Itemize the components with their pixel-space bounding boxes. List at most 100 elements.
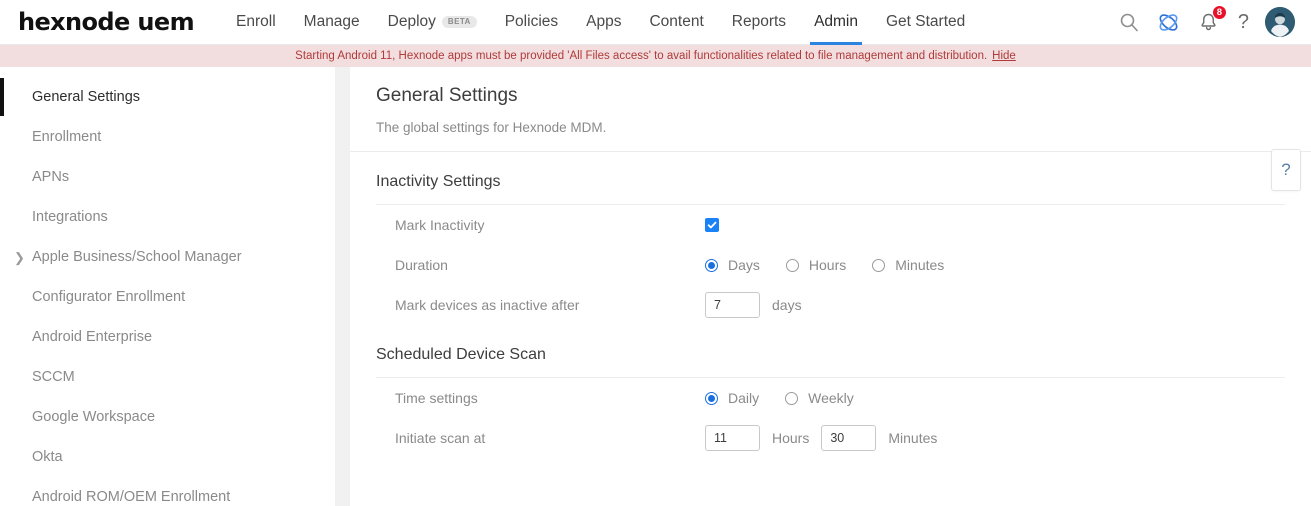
android-notice-banner: Starting Android 11, Hexnode apps must b… (0, 45, 1311, 67)
sidebar-item-label: Okta (32, 449, 63, 465)
sidebar-item-label: Enrollment (32, 129, 102, 145)
inactive-after-unit: days (772, 297, 802, 313)
duration-label: Duration (395, 257, 448, 273)
sidebar-item-android-enterprise[interactable]: Android Enterprise (0, 317, 335, 357)
nav-item-get-started[interactable]: Get Started (872, 0, 979, 45)
sidebar-item-label: Apple Business/School Manager (32, 249, 242, 265)
page-subtitle: The global settings for Hexnode MDM. (376, 120, 607, 135)
settings-sidebar: General Settings Enrollment APNs Integra… (0, 67, 335, 506)
sidebar-item-label: Integrations (32, 209, 108, 225)
notification-count-badge: 8 (1211, 5, 1227, 20)
nav-label: Manage (303, 13, 360, 30)
nav-item-policies[interactable]: Policies (491, 0, 572, 45)
nav-item-admin[interactable]: Admin (800, 0, 872, 45)
mark-inactivity-control (705, 218, 719, 232)
nav-label: Content (649, 13, 704, 30)
row-time-settings: Time settings Daily Weekly (376, 378, 1285, 418)
radio-label: Days (728, 257, 760, 273)
mark-inactivity-checkbox[interactable] (705, 218, 719, 232)
user-avatar[interactable] (1265, 7, 1295, 37)
time-option-weekly[interactable]: Weekly (785, 390, 854, 406)
sidebar-item-general-settings[interactable]: General Settings (0, 77, 335, 117)
nav-label: Apps (586, 13, 622, 30)
help-icon[interactable]: ? (1236, 12, 1251, 32)
inactive-after-control: days (705, 292, 802, 318)
nav-item-enroll[interactable]: Enroll (222, 0, 290, 45)
radio-icon (785, 391, 799, 405)
scan-section-title: Scheduled Device Scan (376, 325, 1285, 378)
page-body: General Settings Enrollment APNs Integra… (0, 67, 1311, 506)
scan-hours-input[interactable] (705, 425, 760, 451)
duration-option-minutes[interactable]: Minutes (872, 257, 944, 273)
scan-minutes-input[interactable] (821, 425, 877, 451)
main-nav: Enroll Manage Deploy BETA Policies Apps … (222, 0, 979, 45)
time-settings-label: Time settings (395, 390, 478, 406)
duration-option-days[interactable]: Days (705, 257, 760, 273)
initiate-scan-label: Initiate scan at (395, 430, 486, 446)
chevron-right-icon: ❯ (14, 249, 25, 265)
row-mark-inactivity: Mark Inactivity (376, 205, 1285, 245)
sidebar-item-label: Google Workspace (32, 409, 156, 425)
nav-item-content[interactable]: Content (635, 0, 717, 45)
nav-item-deploy[interactable]: Deploy BETA (374, 0, 491, 45)
nav-label: Admin (814, 13, 858, 30)
sidebar-item-apple-business-school-manager[interactable]: ❯ Apple Business/School Manager (0, 237, 335, 277)
page-header: General Settings The global settings for… (350, 67, 1311, 152)
nav-label: Policies (504, 13, 559, 30)
radio-icon (785, 258, 799, 272)
atom-icon[interactable] (1156, 9, 1182, 35)
nav-label: Get Started (886, 13, 966, 30)
nav-item-manage[interactable]: Manage (290, 0, 374, 45)
radio-icon (705, 258, 718, 272)
nav-item-reports[interactable]: Reports (718, 0, 800, 45)
time-settings-radio-group: Daily Weekly (705, 390, 854, 406)
duration-option-hours[interactable]: Hours (785, 257, 847, 273)
sidebar-item-sccm[interactable]: SCCM (0, 357, 335, 397)
radio-icon (872, 258, 886, 272)
sidebar-item-label: Configurator Enrollment (32, 289, 186, 305)
scan-minutes-unit: Minutes (888, 430, 938, 446)
initiate-scan-control: Hours Minutes (705, 425, 937, 451)
sidebar-item-android-rom-oem-enrollment[interactable]: Android ROM/OEM Enrollment (0, 477, 335, 506)
sidebar-item-configurator-enrollment[interactable]: Configurator Enrollment (0, 277, 335, 317)
radio-icon (705, 391, 718, 405)
brand-logo[interactable]: hexnode uem (18, 8, 195, 36)
sidebar-item-label: APNs (32, 169, 70, 185)
banner-hide-link[interactable]: Hide (992, 50, 1016, 62)
notifications-bell-icon[interactable]: 8 (1196, 5, 1227, 35)
sidebar-item-apns[interactable]: APNs (0, 157, 335, 197)
inactive-after-label: Mark devices as inactive after (395, 297, 580, 313)
row-initiate-scan-at: Initiate scan at Hours Minutes (376, 418, 1285, 458)
sidebar-item-okta[interactable]: Okta (0, 437, 335, 477)
sidebar-item-label: General Settings (32, 89, 141, 105)
inactive-after-input[interactable] (705, 292, 760, 318)
radio-label: Minutes (895, 257, 945, 273)
inactivity-settings-section: Inactivity Settings Mark Inactivity Dura… (350, 152, 1311, 325)
sidebar-item-integrations[interactable]: Integrations (0, 197, 335, 237)
radio-label: Weekly (808, 390, 854, 406)
radio-label: Hours (808, 257, 847, 273)
duration-radio-group: Days Hours Minutes (705, 257, 944, 273)
top-navigation-bar: hexnode uem Enroll Manage Deploy BETA Po… (0, 0, 1311, 45)
settings-content: General Settings The global settings for… (350, 67, 1311, 506)
sidebar-item-label: SCCM (32, 369, 75, 385)
sidebar-item-label: Android Enterprise (32, 329, 153, 345)
sidebar-content-gutter (335, 67, 350, 506)
sidebar-item-google-workspace[interactable]: Google Workspace (0, 397, 335, 437)
inactivity-section-title: Inactivity Settings (376, 152, 1285, 205)
scan-hours-unit: Hours (772, 430, 810, 446)
scheduled-device-scan-section: Scheduled Device Scan Time settings Dail… (350, 325, 1311, 458)
row-mark-devices-inactive-after: Mark devices as inactive after days (376, 285, 1285, 325)
nav-item-apps[interactable]: Apps (572, 0, 635, 45)
row-duration: Duration Days Hours Minutes (376, 245, 1285, 285)
nav-label: Reports (731, 13, 787, 30)
time-option-daily[interactable]: Daily (705, 390, 759, 406)
nav-label: Enroll (236, 13, 276, 30)
sidebar-item-enrollment[interactable]: Enrollment (0, 117, 335, 157)
nav-actions: 8 ? (1116, 5, 1299, 37)
nav-label: Deploy (387, 13, 436, 30)
search-icon[interactable] (1116, 9, 1142, 35)
banner-message: Starting Android 11, Hexnode apps must b… (295, 50, 988, 62)
mark-inactivity-label: Mark Inactivity (395, 217, 485, 233)
beta-badge: BETA (441, 16, 477, 28)
